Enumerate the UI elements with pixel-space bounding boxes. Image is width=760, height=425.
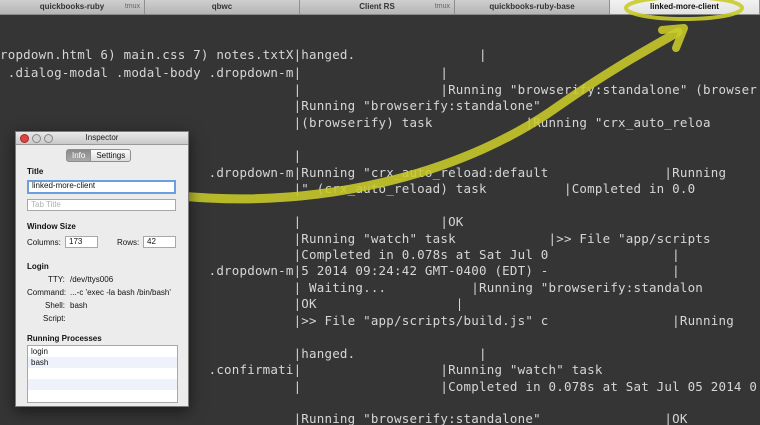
script-label: Script:	[43, 314, 66, 323]
list-item-empty	[28, 379, 177, 390]
running-processes-heading: Running Processes	[27, 334, 102, 343]
inspector-panel: Inspector Info Settings Title linked-mor…	[15, 131, 189, 407]
tty-value: /dev/ttys006	[70, 275, 114, 284]
tab-linked-more-client[interactable]: linked-more-client	[610, 0, 760, 14]
tty-label: TTY:	[48, 275, 65, 284]
list-item[interactable]: bash	[28, 357, 177, 368]
zoom-window-icon[interactable]	[44, 134, 53, 143]
command-label: Command:	[27, 288, 67, 297]
running-processes-list[interactable]: login bash	[27, 345, 178, 403]
tab-title-field[interactable]: Tab Title	[27, 199, 176, 211]
login-heading: Login	[27, 262, 49, 271]
tab-label: quickbooks-ruby-base	[489, 2, 575, 11]
tab-quickbooks-ruby[interactable]: quickbooks-ruby tmux	[0, 0, 145, 14]
terminal-line: | |Running "browserify:standalone" (brow…	[0, 82, 758, 97]
title-heading: Title	[27, 167, 44, 176]
tab-label: quickbooks-ruby	[39, 2, 105, 11]
list-item[interactable]: login	[28, 346, 177, 357]
command-value: ...-c 'exec -la bash /bin/bash'	[70, 288, 171, 297]
tab-label: linked-more-client	[650, 2, 719, 11]
columns-label: Columns:	[27, 238, 61, 247]
rows-field[interactable]: 42	[143, 236, 176, 248]
tab-subtitle: tmux	[434, 3, 450, 10]
list-item-empty	[28, 368, 177, 379]
close-window-icon[interactable]	[20, 134, 29, 143]
columns-field[interactable]: 173	[65, 236, 98, 248]
shell-value: bash	[70, 301, 88, 310]
rows-label: Rows:	[117, 238, 140, 247]
tab-client-rs[interactable]: Client RS tmux	[300, 0, 455, 14]
inspector-title: Inspector	[85, 133, 119, 142]
terminal-line: ropdown.html 6) main.css 7) notes.txtX|h…	[0, 47, 487, 62]
terminal-line: |Running "browserify:standalone" |OK	[0, 411, 688, 425]
terminal-line: .dialog-modal .modal-body .dropdown-m| |	[0, 65, 449, 80]
terminal-line: |Running "browserify:standalone"	[0, 98, 541, 113]
tab-bar: quickbooks-ruby tmux qbwc Client RS tmux…	[0, 0, 760, 15]
window-size-heading: Window Size	[27, 222, 76, 231]
tab-label: qbwc	[211, 2, 233, 11]
window-controls	[20, 134, 53, 143]
shell-label: Shell:	[45, 301, 66, 310]
tab-label: Client RS	[359, 2, 395, 11]
tab-info[interactable]: Info	[66, 149, 91, 162]
tab-settings[interactable]: Settings	[90, 149, 132, 162]
terminal-line: |(browserify) task |Running "crx_auto_re…	[0, 115, 711, 130]
tab-quickbooks-ruby-base[interactable]: quickbooks-ruby-base	[455, 0, 610, 14]
inspector-segmented-control: Info Settings	[66, 149, 132, 162]
tab-subtitle: tmux	[124, 3, 140, 10]
tab-qbwc[interactable]: qbwc	[145, 0, 300, 14]
inspector-titlebar[interactable]: Inspector	[16, 132, 188, 145]
title-field[interactable]: linked-more-client	[27, 180, 176, 194]
minimize-window-icon[interactable]	[32, 134, 41, 143]
